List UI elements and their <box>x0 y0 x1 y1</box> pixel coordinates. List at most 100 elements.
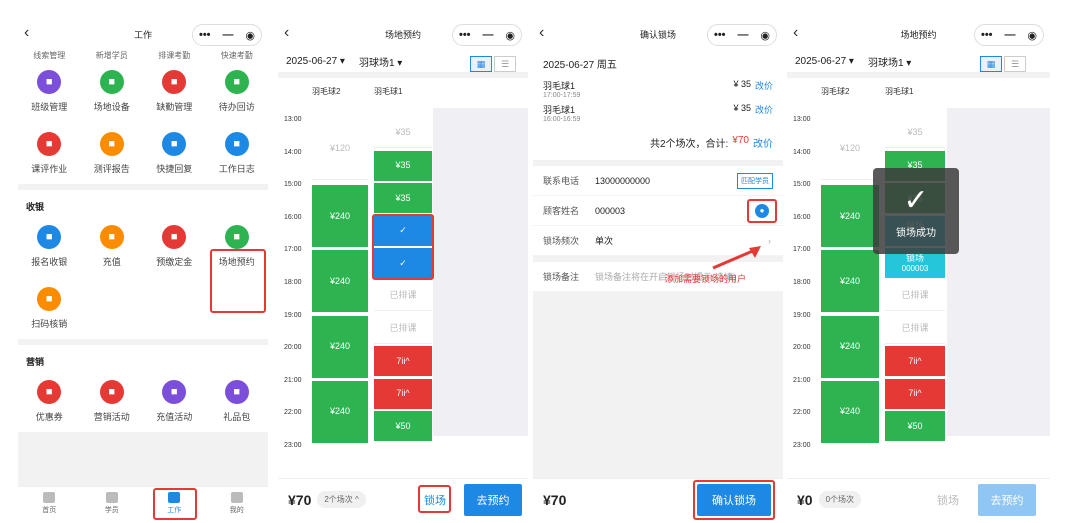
match-student-button[interactable]: 匹配学员 <box>737 172 773 189</box>
slot-label: 7ii^ <box>396 355 410 366</box>
slot[interactable]: 已排课 <box>885 313 945 344</box>
tab-work[interactable]: 工作 <box>143 487 206 520</box>
slot[interactable]: 7ii^ <box>885 346 945 377</box>
top-label[interactable]: 新增学员 <box>81 50 144 60</box>
change-price-link[interactable]: 改价 <box>753 135 773 150</box>
top-label[interactable]: 排课考勤 <box>143 50 206 60</box>
module-item[interactable]: ■ 快捷回复 <box>143 122 206 184</box>
booking-item: 羽毛球1 16:00-16:59 ¥ 35 改价 <box>533 103 783 123</box>
capsule-menu[interactable]: ••• — ◉ <box>192 24 262 46</box>
name-field[interactable]: 000003 <box>595 206 625 216</box>
top-label[interactable]: 线索管理 <box>18 50 81 60</box>
slot[interactable]: 7ii^ <box>374 346 432 377</box>
slot[interactable]: 已排课 <box>374 281 432 311</box>
module-item[interactable]: ■ 预缴定金 <box>143 215 206 277</box>
phone-field[interactable]: 13000000000 <box>595 176 650 186</box>
top-label[interactable]: 快速考勤 <box>206 50 269 60</box>
minimize-icon[interactable]: — <box>1004 29 1015 41</box>
selection-count[interactable]: 0个场次 <box>818 491 862 508</box>
time-label: 13:00 <box>793 116 811 123</box>
capsule-menu[interactable]: ••• — ◉ <box>452 24 522 46</box>
module-item[interactable]: ■ 缺勤管理 <box>143 60 206 122</box>
book-button[interactable]: 去预约 <box>978 484 1036 516</box>
close-circle-icon[interactable]: ◉ <box>1027 29 1037 42</box>
tab-home[interactable]: 首页 <box>18 487 81 520</box>
module-item[interactable]: ■ 优惠券 <box>18 370 81 432</box>
tab-students[interactable]: 学员 <box>81 487 144 520</box>
slot[interactable]: 已排课 <box>885 281 945 311</box>
slot[interactable]: 7ii^ <box>885 378 945 409</box>
slot[interactable]: ¥50 <box>374 411 432 442</box>
slot[interactable]: ¥35 <box>374 183 432 214</box>
module-item[interactable]: ■ 扫码核销 <box>18 277 81 339</box>
capsule-menu[interactable]: ••• — ◉ <box>974 24 1044 46</box>
slot[interactable]: ¥50 <box>885 411 945 442</box>
date-select[interactable]: 2025-06-27 ▾ <box>286 56 345 67</box>
more-icon[interactable]: ••• <box>981 29 993 41</box>
slot[interactable]: ¥240 <box>821 315 879 378</box>
slot-label: ¥50 <box>907 420 923 431</box>
minimize-icon[interactable]: — <box>222 29 233 41</box>
slot[interactable]: 已排课 <box>374 313 432 344</box>
module-item[interactable]: ■ 场地设备 <box>81 60 144 122</box>
schedule-grid: 羽毛球2 羽毛球1 13:00 14:00 15:00 16:00 17:00 18:00… <box>278 78 528 449</box>
module-label: 预缴定金 <box>156 256 193 267</box>
module-item[interactable]: ■ 班级管理 <box>18 60 81 122</box>
module-item[interactable]: ■ 充值活动 <box>143 370 206 432</box>
field-label: 锁场备注 <box>543 272 580 282</box>
tab-mine[interactable]: 我的 <box>206 487 269 520</box>
book-button[interactable]: 去预约 <box>464 484 522 516</box>
minimize-icon[interactable]: — <box>737 29 748 41</box>
close-circle-icon[interactable]: ◉ <box>760 29 770 42</box>
grid-view-icon[interactable]: ▦ <box>980 56 1002 72</box>
slot[interactable]: ¥240 <box>821 250 879 313</box>
more-icon[interactable]: ••• <box>459 29 471 41</box>
slot[interactable]: ¥35 <box>885 118 945 148</box>
grid-view-icon[interactable]: ▦ <box>470 56 492 72</box>
minimize-icon[interactable]: — <box>482 29 493 41</box>
frequency-select[interactable]: 单次 <box>595 234 613 247</box>
slot[interactable]: ¥240 <box>821 380 879 443</box>
capsule-menu[interactable]: ••• — ◉ <box>707 24 777 46</box>
slot[interactable]: ¥35 <box>374 150 432 181</box>
list-view-icon[interactable]: ☰ <box>494 56 516 72</box>
slot[interactable]: 7ii^ <box>374 378 432 409</box>
module-item[interactable]: ■ 工作日志 <box>206 122 269 184</box>
module-item[interactable]: ■ 营销活动 <box>81 370 144 432</box>
module-item[interactable]: ■ 充值 <box>81 215 144 277</box>
slot[interactable]: ¥240 <box>821 185 879 248</box>
lock-button[interactable]: 锁场 <box>937 492 959 508</box>
booking-item: 羽毛球1 17:00-17:59 ¥ 35 改价 <box>533 79 783 99</box>
venue-select[interactable]: 羽球场1 ▾ <box>868 54 911 69</box>
highlight-user-select <box>747 199 777 223</box>
more-icon[interactable]: ••• <box>714 29 726 41</box>
selection-count[interactable]: 2个场次 ^ <box>317 491 366 508</box>
module-item[interactable]: ■ 礼品包 <box>206 370 269 432</box>
venue-select[interactable]: 羽球场1 ▾ <box>359 54 402 69</box>
module-icon: ■ <box>99 224 124 249</box>
slot[interactable]: ¥240 <box>312 315 368 378</box>
module-item[interactable]: ■ 报名收银 <box>18 215 81 277</box>
slot[interactable]: ¥35 <box>374 118 432 148</box>
slot[interactable]: ¥240 <box>312 250 368 313</box>
module-item[interactable]: ■ 测评报告 <box>81 122 144 184</box>
close-circle-icon[interactable]: ◉ <box>245 29 255 42</box>
slot[interactable]: ¥120 <box>821 118 879 180</box>
more-icon[interactable]: ••• <box>199 29 211 41</box>
date-select[interactable]: 2025-06-27 ▾ <box>795 56 854 67</box>
annotation-text: 添加需要锁场的用户 <box>665 274 747 284</box>
slot-label: 7ii^ <box>908 355 922 366</box>
change-price-link[interactable]: 改价 <box>755 103 773 123</box>
student-icon <box>105 492 118 503</box>
list-view-icon[interactable]: ☰ <box>1004 56 1026 72</box>
close-circle-icon[interactable]: ◉ <box>505 29 515 42</box>
slot[interactable]: ¥120 <box>312 118 368 180</box>
module-icon: ■ <box>37 379 62 404</box>
module-item[interactable]: ■ 待办回访 <box>206 60 269 122</box>
change-price-link[interactable]: 改价 <box>755 79 773 99</box>
slot[interactable]: ¥240 <box>312 380 368 443</box>
slot[interactable]: ¥240 <box>312 185 368 248</box>
module-item[interactable]: ■ 课评作业 <box>18 122 81 184</box>
module-label: 营销活动 <box>93 411 130 422</box>
module-grid: ■ 班级管理 ■ 场地设备 ■ 缺勤管理 ■ 待办回访 ■ 课评作业 ■ 测评报告 ■ 快捷回复 ■ 工作日志 <box>18 60 268 184</box>
